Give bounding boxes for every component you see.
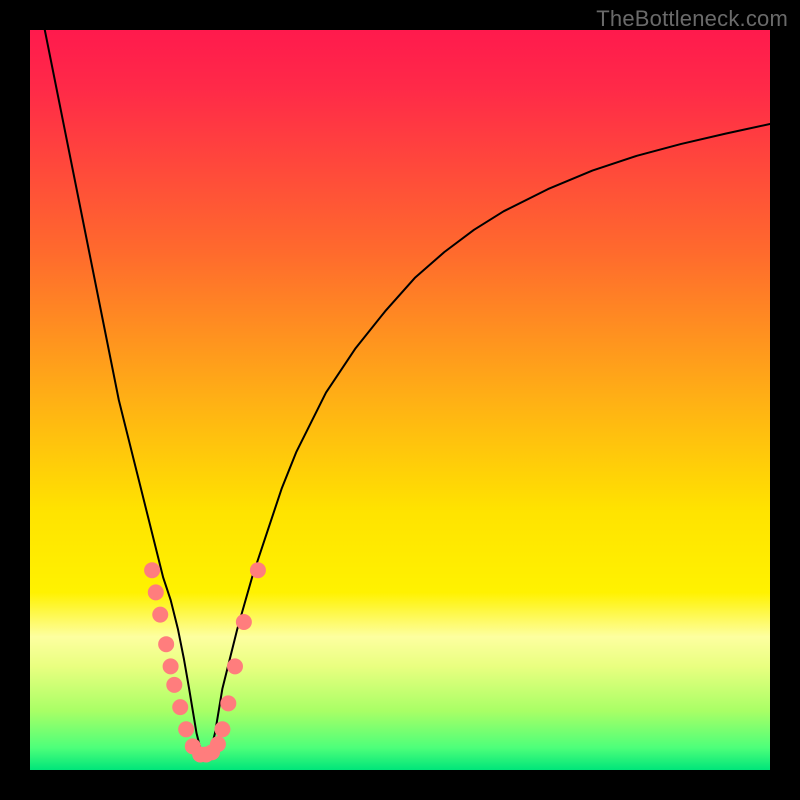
cluster-dot <box>172 699 188 715</box>
gradient-background <box>30 30 770 770</box>
cluster-dot <box>148 584 164 600</box>
cluster-dot <box>227 658 243 674</box>
cluster-dot <box>144 562 160 578</box>
cluster-dot <box>158 636 174 652</box>
cluster-dot <box>250 562 266 578</box>
cluster-dot <box>236 614 252 630</box>
cluster-dot <box>178 721 194 737</box>
cluster-dot <box>152 607 168 623</box>
plot-area <box>30 30 770 770</box>
cluster-dot <box>214 721 230 737</box>
watermark-text: TheBottleneck.com <box>596 6 788 32</box>
chart-frame: TheBottleneck.com <box>0 0 800 800</box>
cluster-dot <box>163 658 179 674</box>
cluster-dot <box>220 695 236 711</box>
cluster-dot <box>166 677 182 693</box>
cluster-dot <box>210 736 226 752</box>
gradient-rect <box>30 30 770 770</box>
